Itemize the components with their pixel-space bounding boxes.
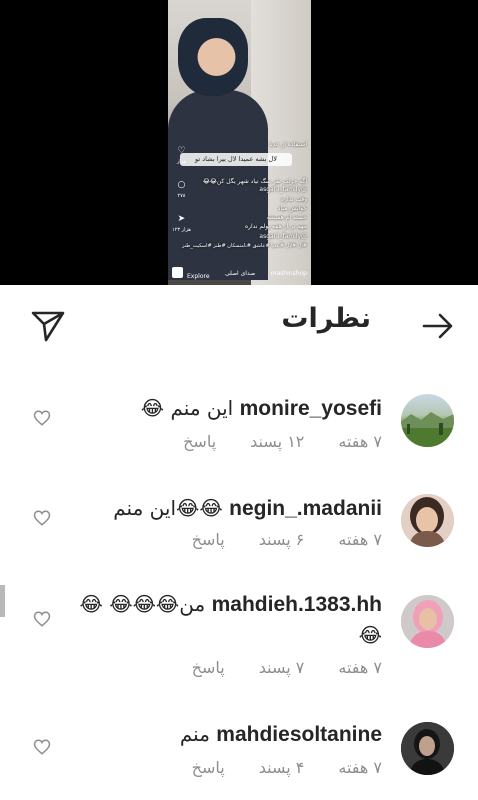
comment-likes-count[interactable]: ۷ پسند — [259, 658, 305, 677]
comment-content: mahdieh.1383.hh من😂😂😂 😂😂 — [62, 589, 382, 651]
avatar[interactable] — [401, 722, 454, 775]
page-title: نظرات — [281, 303, 371, 334]
woman-avatar-icon — [401, 494, 454, 547]
avatar[interactable] — [401, 394, 454, 447]
comment-likes-count[interactable]: ۶ پسند — [259, 530, 305, 549]
video-comment-icon[interactable]: ○ ۲۷۸ — [172, 180, 191, 200]
comment-time: ۷ هفته — [338, 758, 382, 777]
comment-meta: ۷ هفته ۴ پسند پاسخ — [158, 758, 382, 777]
comment-likes-count[interactable]: ۴ پسند — [259, 758, 305, 777]
comment-content: monire_yosefi این منم 😂 — [62, 392, 382, 425]
reply-button[interactable]: پاسخ — [192, 658, 225, 677]
video-overlay-line: اگه جرئت نفر سگ نیاد شهر یگل کن😂😂 — [202, 178, 307, 185]
video-overlay-line: @asgarii_family — [259, 186, 307, 193]
comment-time: ۷ هفته — [338, 658, 382, 677]
video-overlay-line: وقت نداره — [280, 196, 307, 203]
video-handle[interactable]: mashinshop — [271, 270, 307, 277]
video-overlay-line: خوابش میاد — [277, 205, 307, 212]
video-frame[interactable]: استفاده از عدیا لال بشه عمیدا لال بیرا ب… — [168, 0, 311, 285]
video-audio-source: استفاده از عدیا — [269, 141, 307, 148]
explore-link[interactable]: Explore — [172, 267, 210, 280]
video-overlay-line: خسته ام همیشه — [266, 214, 307, 221]
scroll-edge-indicator — [0, 585, 5, 617]
avatar[interactable] — [401, 494, 454, 547]
reply-button[interactable]: پاسخ — [183, 432, 216, 451]
like-heart-icon[interactable] — [33, 610, 51, 628]
like-heart-icon[interactable] — [33, 738, 51, 756]
video-bottom-bar: Explore صدای اصلی mashinshop — [172, 267, 307, 280]
video-caption-bubble: لال بشه عمیدا لال بیرا بشاد تو — [180, 153, 292, 166]
video-overlay-line: @asgarii_family — [259, 233, 307, 240]
comment-meta: ۷ هفته ۶ پسند پاسخ — [158, 530, 382, 549]
back-arrow-icon[interactable] — [422, 311, 454, 341]
video-like-icon[interactable]: ♡ هزار — [172, 146, 191, 166]
audio-label[interactable]: صدای اصلی — [225, 270, 255, 277]
comment-username[interactable]: mahdiesoltanine — [216, 723, 382, 746]
video-person-head — [178, 18, 248, 96]
like-heart-icon[interactable] — [33, 409, 51, 427]
reply-button[interactable]: پاسخ — [192, 758, 225, 777]
comment-body: منم — [179, 722, 210, 746]
comment-content: negin_.madanii 😂😂این منم — [62, 492, 382, 525]
like-heart-icon[interactable] — [33, 509, 51, 527]
comment-username[interactable]: negin_.madanii — [229, 497, 382, 520]
comments-header: نظرات — [0, 285, 478, 365]
comment-meta: ۷ هفته ۷ پسند پاسخ — [158, 658, 382, 677]
landscape-avatar-icon — [401, 412, 454, 447]
video-overlay-line: مهم تر از همه پولم نداره — [244, 223, 307, 230]
video-overlay-hashtags: #ال #لال #عدیا #عاشق #نامتسکان #طنز #اسک… — [181, 243, 307, 249]
video-share-icon[interactable]: ➤ ۱۲۳ هزار — [172, 214, 191, 234]
comment-content: mahdiesoltanine منم — [62, 718, 382, 751]
woman-dark-avatar-icon — [401, 722, 454, 775]
avatar[interactable] — [401, 595, 454, 648]
comment-time: ۷ هفته — [338, 432, 382, 451]
comment-body: این منم 😂 — [140, 396, 234, 420]
comment-time: ۷ هفته — [338, 530, 382, 549]
girl-pink-avatar-icon — [401, 595, 454, 648]
video-side-actions: ♡ هزار ○ ۲۷۸ ➤ ۱۲۳ هزار — [172, 146, 191, 248]
reply-button[interactable]: پاسخ — [192, 530, 225, 549]
share-send-icon[interactable] — [30, 307, 66, 343]
video-preview-area[interactable]: استفاده از عدیا لال بشه عمیدا لال بیرا ب… — [0, 0, 478, 285]
comment-body: 😂😂این منم — [113, 496, 223, 520]
comment-username[interactable]: mahdieh.1383.hh — [212, 593, 382, 616]
explore-icon — [172, 267, 183, 278]
comment-likes-count[interactable]: ۱۲ پسند — [250, 432, 304, 451]
comment-meta: ۷ هفته ۱۲ پسند پاسخ — [149, 432, 382, 451]
comment-username[interactable]: monire_yosefi — [240, 397, 382, 420]
